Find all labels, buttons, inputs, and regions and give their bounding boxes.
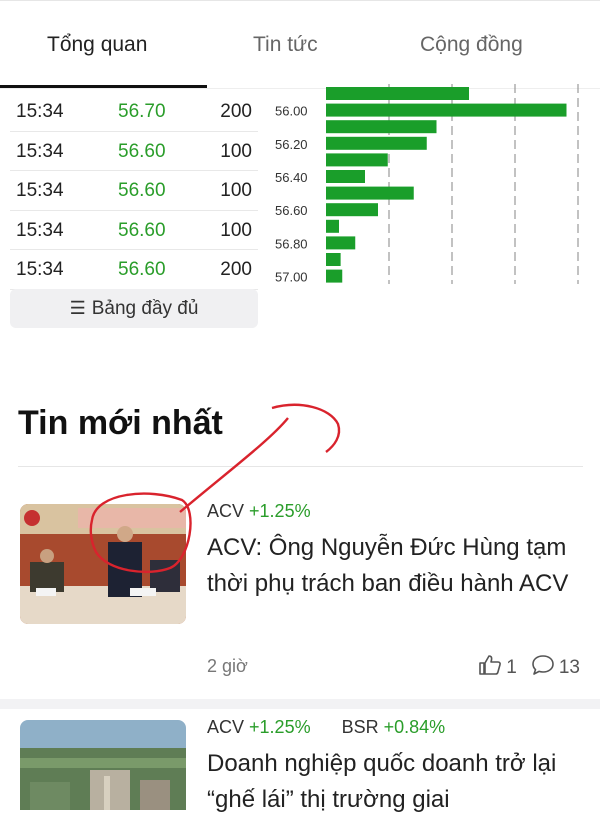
trade-price: 56.60	[118, 180, 166, 201]
ticker-symbol[interactable]: BSR	[342, 717, 379, 737]
trade-price: 56.60	[118, 259, 166, 280]
ticker-symbol[interactable]: ACV	[207, 717, 244, 737]
trade-time: 15:34	[16, 140, 64, 162]
thumbs-up-icon[interactable]	[478, 654, 502, 682]
news-title[interactable]: Doanh nghiệp quốc doanh trở lại “ghế lái…	[207, 746, 587, 818]
volume-bar	[326, 120, 437, 134]
trade-volume: 100	[220, 219, 252, 241]
volume-bar	[326, 186, 414, 200]
volume-bar	[326, 236, 356, 250]
full-table-button[interactable]: ☰ Bảng đầy đủ	[10, 289, 258, 328]
volume-bar	[326, 269, 343, 283]
news-thumbnail[interactable]	[20, 504, 186, 624]
comment-count: 13	[558, 657, 580, 678]
trade-row: 15:34 56.60 200	[10, 250, 258, 290]
trade-time: 15:34	[16, 219, 64, 241]
trade-volume: 100	[220, 140, 252, 162]
ticker-change: +0.84%	[383, 717, 446, 737]
price-level-label: 56.40	[275, 170, 308, 185]
volume-bar	[326, 103, 567, 117]
trade-time: 15:34	[16, 180, 64, 201]
trade-list: 15:34 56.70 200 15:34 56.60 100 15:34 56…	[10, 92, 258, 290]
news-divider	[0, 699, 600, 709]
meeting-photo	[20, 504, 186, 624]
volume-bar	[326, 253, 341, 266]
annotation-arrow	[271, 403, 341, 453]
price-level-label: 56.60	[275, 203, 308, 218]
list-icon: ☰	[69, 298, 86, 318]
trade-row: 15:34 56.70 200	[10, 92, 258, 132]
comment-icon[interactable]	[531, 654, 555, 682]
section-divider	[18, 466, 583, 467]
ticker-change: +1.25%	[249, 717, 311, 737]
trade-price: 56.60	[118, 140, 166, 162]
ticker-symbol[interactable]: ACV	[207, 501, 244, 521]
section-title: Tin mới nhất	[18, 404, 223, 442]
trade-volume: 100	[220, 180, 252, 201]
news-tickers: ACV +1.25%	[207, 501, 337, 522]
volume-bar	[326, 203, 378, 217]
full-table-label: Bảng đầy đủ	[91, 297, 199, 319]
trade-row: 15:34 56.60 100	[10, 211, 258, 250]
trade-price: 56.70	[118, 101, 166, 122]
tab-community[interactable]: Cộng đồng	[420, 33, 523, 57]
like-count: 1	[506, 657, 517, 678]
trade-time: 15:34	[16, 101, 64, 122]
news-time: 2 giờ	[207, 656, 248, 676]
volume-bar	[326, 219, 339, 233]
trade-price: 56.60	[118, 219, 166, 241]
tab-overview[interactable]: Tổng quan	[47, 33, 147, 57]
trade-volume: 200	[220, 259, 252, 280]
news-title[interactable]: ACV: Ông Nguyễn Đức Hùng tạm thời phụ tr…	[207, 530, 587, 602]
price-level-label: 57.00	[275, 270, 308, 285]
trade-volume: 200	[220, 101, 252, 122]
volume-profile-chart: 56.00 56.20 56.40 56.60 56.80 57.00	[275, 84, 579, 285]
news-thumbnail[interactable]	[20, 720, 186, 810]
trade-row: 15:34 56.60 100	[10, 171, 258, 211]
tab-bar: Tổng quan Tin tức Cộng đồng	[0, 0, 600, 89]
price-level-label: 56.80	[275, 236, 308, 251]
volume-bar	[326, 87, 469, 100]
industrial-photo	[20, 720, 186, 810]
trade-row: 15:34 56.60 100	[10, 132, 258, 171]
tab-news[interactable]: Tin tức	[253, 33, 318, 57]
news-reactions: 1 13	[478, 654, 580, 682]
price-level-label: 56.20	[275, 137, 308, 152]
price-level-label: 56.00	[275, 104, 308, 119]
trade-time: 15:34	[16, 259, 64, 280]
news-tickers: ACV +1.25% BSR +0.84%	[207, 717, 471, 738]
ticker-change: +1.25%	[249, 501, 311, 521]
volume-bar	[326, 136, 427, 150]
volume-bar	[326, 153, 388, 167]
volume-bar	[326, 170, 365, 183]
